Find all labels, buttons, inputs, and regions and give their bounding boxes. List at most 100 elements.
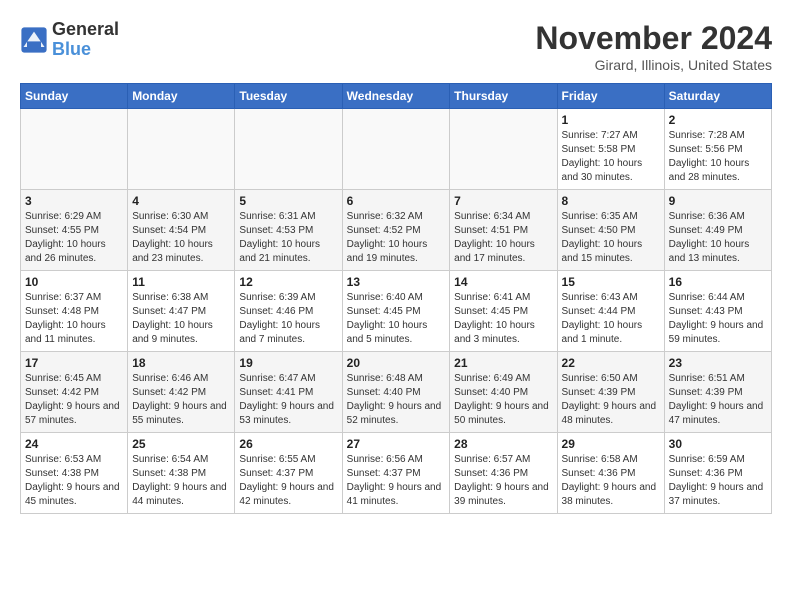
day-info: Sunrise: 6:44 AMSunset: 4:43 PMDaylight:… xyxy=(669,291,767,347)
day-info: Sunrise: 6:34 AMSunset: 4:51 PMDaylight:… xyxy=(454,210,552,266)
day-info: Sunrise: 6:35 AMSunset: 4:50 PMDaylight:… xyxy=(562,210,660,266)
day-cell: 3 Sunrise: 6:29 AMSunset: 4:55 PMDaylight… xyxy=(21,190,128,271)
day-number: 7 xyxy=(454,194,552,208)
day-info: Sunrise: 6:41 AMSunset: 4:45 PMDaylight:… xyxy=(454,291,552,347)
day-cell: 24 Sunrise: 6:53 AMSunset: 4:38 PMDayligh… xyxy=(21,433,128,514)
logo-general: General xyxy=(52,20,119,40)
logo-blue: Blue xyxy=(52,39,91,59)
calendar-header: SundayMondayTuesdayWednesdayThursdayFrid… xyxy=(21,84,772,109)
day-number: 15 xyxy=(562,275,660,289)
day-cell: 20 Sunrise: 6:48 AMSunset: 4:40 PMDayligh… xyxy=(342,352,450,433)
calendar-body: 1 Sunrise: 7:27 AMSunset: 5:58 PMDaylight… xyxy=(21,109,772,514)
day-cell: 29Sunrise: 6:58 AMSunset: 4:36 PMDayligh… xyxy=(557,433,664,514)
day-cell: 17Sunrise: 6:45 AMSunset: 4:42 PMDayligh… xyxy=(21,352,128,433)
day-cell xyxy=(450,109,557,190)
day-info: Sunrise: 6:32 AMSunset: 4:52 PMDaylight:… xyxy=(347,210,446,266)
logo-text: General Blue xyxy=(52,20,119,60)
day-number: 9 xyxy=(669,194,767,208)
day-info: Sunrise: 6:51 AMSunset: 4:39 PMDaylight:… xyxy=(669,372,767,428)
day-cell: 1 Sunrise: 7:27 AMSunset: 5:58 PMDaylight… xyxy=(557,109,664,190)
title-area: November 2024 Girard, Illinois, United S… xyxy=(535,20,772,73)
header-saturday: Saturday xyxy=(664,84,771,109)
day-info: Sunrise: 6:53 AMSunset: 4:38 PMDaylight:… xyxy=(25,453,123,509)
day-cell xyxy=(128,109,235,190)
logo: General Blue xyxy=(20,20,119,60)
day-info: Sunrise: 6:29 AMSunset: 4:55 PMDaylight:… xyxy=(25,210,123,266)
day-number: 11 xyxy=(132,275,230,289)
day-number: 18 xyxy=(132,356,230,370)
header-row: SundayMondayTuesdayWednesdayThursdayFrid… xyxy=(21,84,772,109)
day-cell: 30 Sunrise: 6:59 AMSunset: 4:36 PMDayligh… xyxy=(664,433,771,514)
day-info: Sunrise: 6:36 AMSunset: 4:49 PMDaylight:… xyxy=(669,210,767,266)
day-info: Sunrise: 6:46 AMSunset: 4:42 PMDaylight:… xyxy=(132,372,230,428)
day-number: 1 xyxy=(562,113,660,127)
day-number: 22 xyxy=(562,356,660,370)
header-tuesday: Tuesday xyxy=(235,84,342,109)
day-info: Sunrise: 6:59 AMSunset: 4:36 PMDaylight:… xyxy=(669,453,767,509)
day-info: Sunrise: 6:45 AMSunset: 4:42 PMDaylight:… xyxy=(25,372,123,428)
day-cell xyxy=(342,109,450,190)
location-title: Girard, Illinois, United States xyxy=(535,57,772,73)
header-monday: Monday xyxy=(128,84,235,109)
day-number: 23 xyxy=(669,356,767,370)
day-number: 16 xyxy=(669,275,767,289)
day-info: Sunrise: 6:47 AMSunset: 4:41 PMDaylight:… xyxy=(239,372,337,428)
day-number: 6 xyxy=(347,194,446,208)
day-cell: 18 Sunrise: 6:46 AMSunset: 4:42 PMDayligh… xyxy=(128,352,235,433)
day-number: 3 xyxy=(25,194,123,208)
day-cell: 8 Sunrise: 6:35 AMSunset: 4:50 PMDaylight… xyxy=(557,190,664,271)
week-row-0: 1 Sunrise: 7:27 AMSunset: 5:58 PMDaylight… xyxy=(21,109,772,190)
day-cell xyxy=(235,109,342,190)
day-cell: 26 Sunrise: 6:55 AMSunset: 4:37 PMDayligh… xyxy=(235,433,342,514)
day-cell: 19 Sunrise: 6:47 AMSunset: 4:41 PMDayligh… xyxy=(235,352,342,433)
day-number: 30 xyxy=(669,437,767,451)
header-wednesday: Wednesday xyxy=(342,84,450,109)
week-row-3: 17Sunrise: 6:45 AMSunset: 4:42 PMDayligh… xyxy=(21,352,772,433)
day-number: 19 xyxy=(239,356,337,370)
day-cell: 28 Sunrise: 6:57 AMSunset: 4:36 PMDayligh… xyxy=(450,433,557,514)
month-title: November 2024 xyxy=(535,20,772,57)
day-number: 21 xyxy=(454,356,552,370)
day-cell: 6 Sunrise: 6:32 AMSunset: 4:52 PMDaylight… xyxy=(342,190,450,271)
day-number: 25 xyxy=(132,437,230,451)
day-cell: 12 Sunrise: 6:39 AMSunset: 4:46 PMDayligh… xyxy=(235,271,342,352)
day-cell: 15Sunrise: 6:43 AMSunset: 4:44 PMDayligh… xyxy=(557,271,664,352)
day-cell: 4Sunrise: 6:30 AMSunset: 4:54 PMDaylight… xyxy=(128,190,235,271)
day-cell: 7 Sunrise: 6:34 AMSunset: 4:51 PMDaylight… xyxy=(450,190,557,271)
day-cell: 14Sunrise: 6:41 AMSunset: 4:45 PMDayligh… xyxy=(450,271,557,352)
day-cell: 23 Sunrise: 6:51 AMSunset: 4:39 PMDayligh… xyxy=(664,352,771,433)
day-info: Sunrise: 7:27 AMSunset: 5:58 PMDaylight:… xyxy=(562,129,660,185)
day-info: Sunrise: 6:55 AMSunset: 4:37 PMDaylight:… xyxy=(239,453,337,509)
day-cell xyxy=(21,109,128,190)
header-thursday: Thursday xyxy=(450,84,557,109)
week-row-4: 24 Sunrise: 6:53 AMSunset: 4:38 PMDayligh… xyxy=(21,433,772,514)
day-number: 2 xyxy=(669,113,767,127)
day-number: 20 xyxy=(347,356,446,370)
day-number: 28 xyxy=(454,437,552,451)
header-friday: Friday xyxy=(557,84,664,109)
day-info: Sunrise: 6:39 AMSunset: 4:46 PMDaylight:… xyxy=(239,291,337,347)
day-info: Sunrise: 6:54 AMSunset: 4:38 PMDaylight:… xyxy=(132,453,230,509)
week-row-2: 10Sunrise: 6:37 AMSunset: 4:48 PMDayligh… xyxy=(21,271,772,352)
day-number: 13 xyxy=(347,275,446,289)
day-cell: 5Sunrise: 6:31 AMSunset: 4:53 PMDaylight… xyxy=(235,190,342,271)
day-cell: 2 Sunrise: 7:28 AMSunset: 5:56 PMDaylight… xyxy=(664,109,771,190)
day-cell: 9 Sunrise: 6:36 AMSunset: 4:49 PMDaylight… xyxy=(664,190,771,271)
day-number: 27 xyxy=(347,437,446,451)
day-cell: 22Sunrise: 6:50 AMSunset: 4:39 PMDayligh… xyxy=(557,352,664,433)
day-cell: 10Sunrise: 6:37 AMSunset: 4:48 PMDayligh… xyxy=(21,271,128,352)
day-cell: 27Sunrise: 6:56 AMSunset: 4:37 PMDayligh… xyxy=(342,433,450,514)
day-info: Sunrise: 6:37 AMSunset: 4:48 PMDaylight:… xyxy=(25,291,123,347)
day-number: 26 xyxy=(239,437,337,451)
day-number: 24 xyxy=(25,437,123,451)
day-cell: 21Sunrise: 6:49 AMSunset: 4:40 PMDayligh… xyxy=(450,352,557,433)
day-cell: 13Sunrise: 6:40 AMSunset: 4:45 PMDayligh… xyxy=(342,271,450,352)
day-info: Sunrise: 6:57 AMSunset: 4:36 PMDaylight:… xyxy=(454,453,552,509)
day-cell: 11Sunrise: 6:38 AMSunset: 4:47 PMDayligh… xyxy=(128,271,235,352)
day-number: 12 xyxy=(239,275,337,289)
day-info: Sunrise: 6:48 AMSunset: 4:40 PMDaylight:… xyxy=(347,372,446,428)
day-number: 8 xyxy=(562,194,660,208)
day-info: Sunrise: 7:28 AMSunset: 5:56 PMDaylight:… xyxy=(669,129,767,185)
day-info: Sunrise: 6:30 AMSunset: 4:54 PMDaylight:… xyxy=(132,210,230,266)
page-header: General Blue November 2024 Girard, Illin… xyxy=(20,20,772,73)
